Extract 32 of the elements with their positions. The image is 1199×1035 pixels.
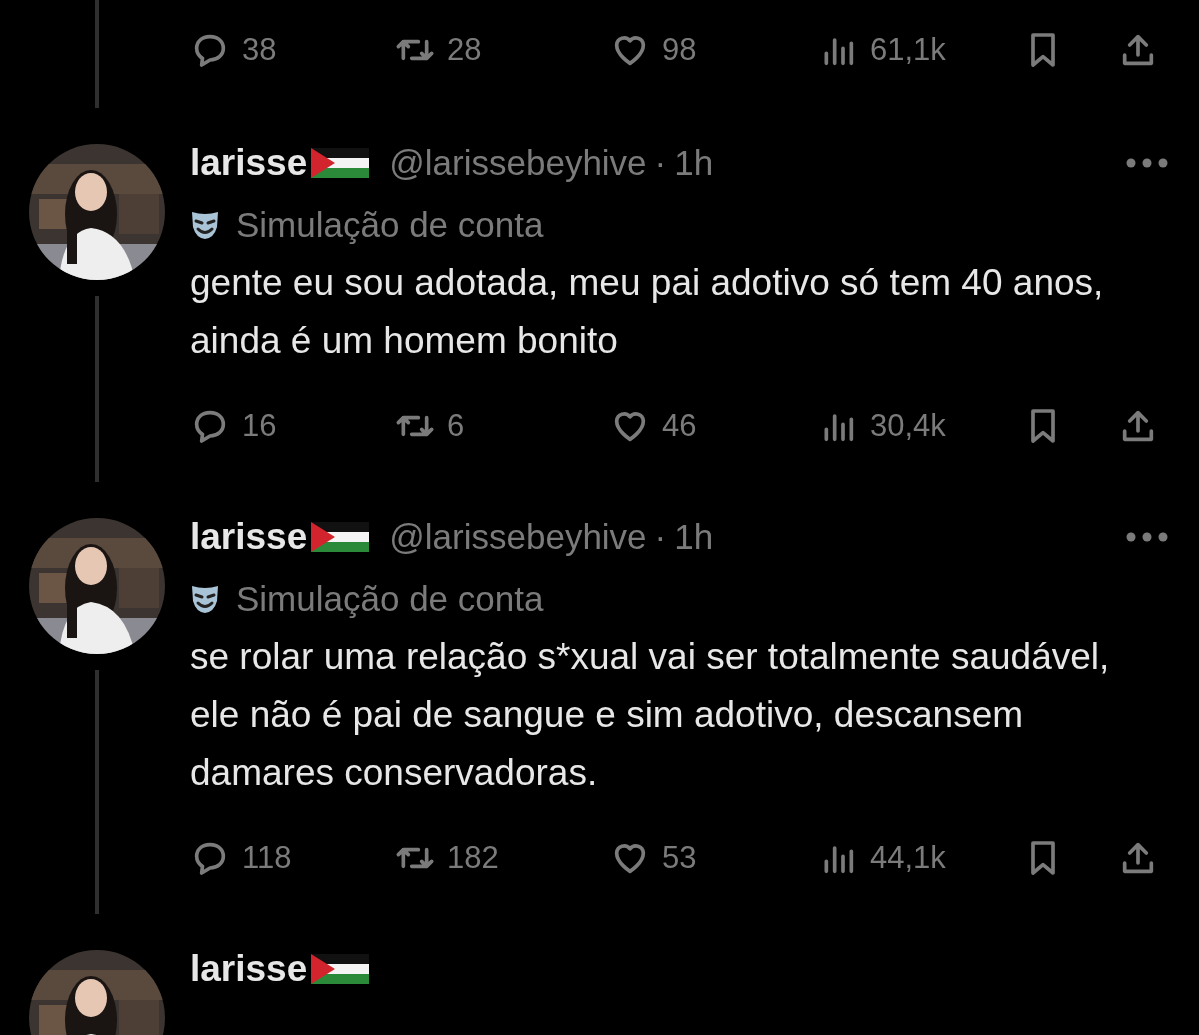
repost-count: 28 <box>447 30 482 69</box>
like-count: 46 <box>662 406 697 445</box>
mask-icon <box>190 209 220 241</box>
post-time: 1h <box>674 141 714 184</box>
display-name[interactable]: larisse <box>190 941 308 997</box>
post-text: gente eu sou adotada, meu pai adotivo só tem 40 anos, ainda é um homem bonito <box>190 261 1105 363</box>
view-count: 30,4k <box>870 406 946 445</box>
reply-count: 118 <box>242 838 292 877</box>
account-label: Simulação de conta <box>236 203 544 246</box>
separator-dot: · <box>654 141 667 184</box>
reply-count: 38 <box>242 30 277 69</box>
view-count: 61,1k <box>870 30 946 69</box>
flag-icon <box>311 148 370 178</box>
like-count: 53 <box>662 838 697 877</box>
account-label: Simulação de conta <box>236 577 544 620</box>
separator-dot: · <box>654 515 667 558</box>
display-name[interactable]: larisse <box>190 509 308 565</box>
repost-count: 182 <box>447 838 499 877</box>
display-name[interactable]: larisse <box>190 135 308 191</box>
post-time: 1h <box>674 515 714 558</box>
view-count: 44,1k <box>870 838 946 877</box>
post-text: se rolar uma relação s*xual vai ser totalmente saudável, ele não é pai de sangue e sim adotivo, descansem damares conservadoras. <box>190 635 1111 795</box>
flag-icon <box>311 522 370 552</box>
more-icon[interactable] <box>1125 531 1169 543</box>
user-handle[interactable]: @larissebeyhive <box>389 510 647 564</box>
repost-count: 6 <box>447 406 465 445</box>
reply-count: 16 <box>242 406 277 445</box>
like-count: 98 <box>662 30 697 69</box>
mask-icon <box>190 583 220 615</box>
flag-icon <box>311 954 370 984</box>
user-handle[interactable]: @larissebeyhive <box>389 136 647 190</box>
more-icon[interactable] <box>1125 157 1169 169</box>
